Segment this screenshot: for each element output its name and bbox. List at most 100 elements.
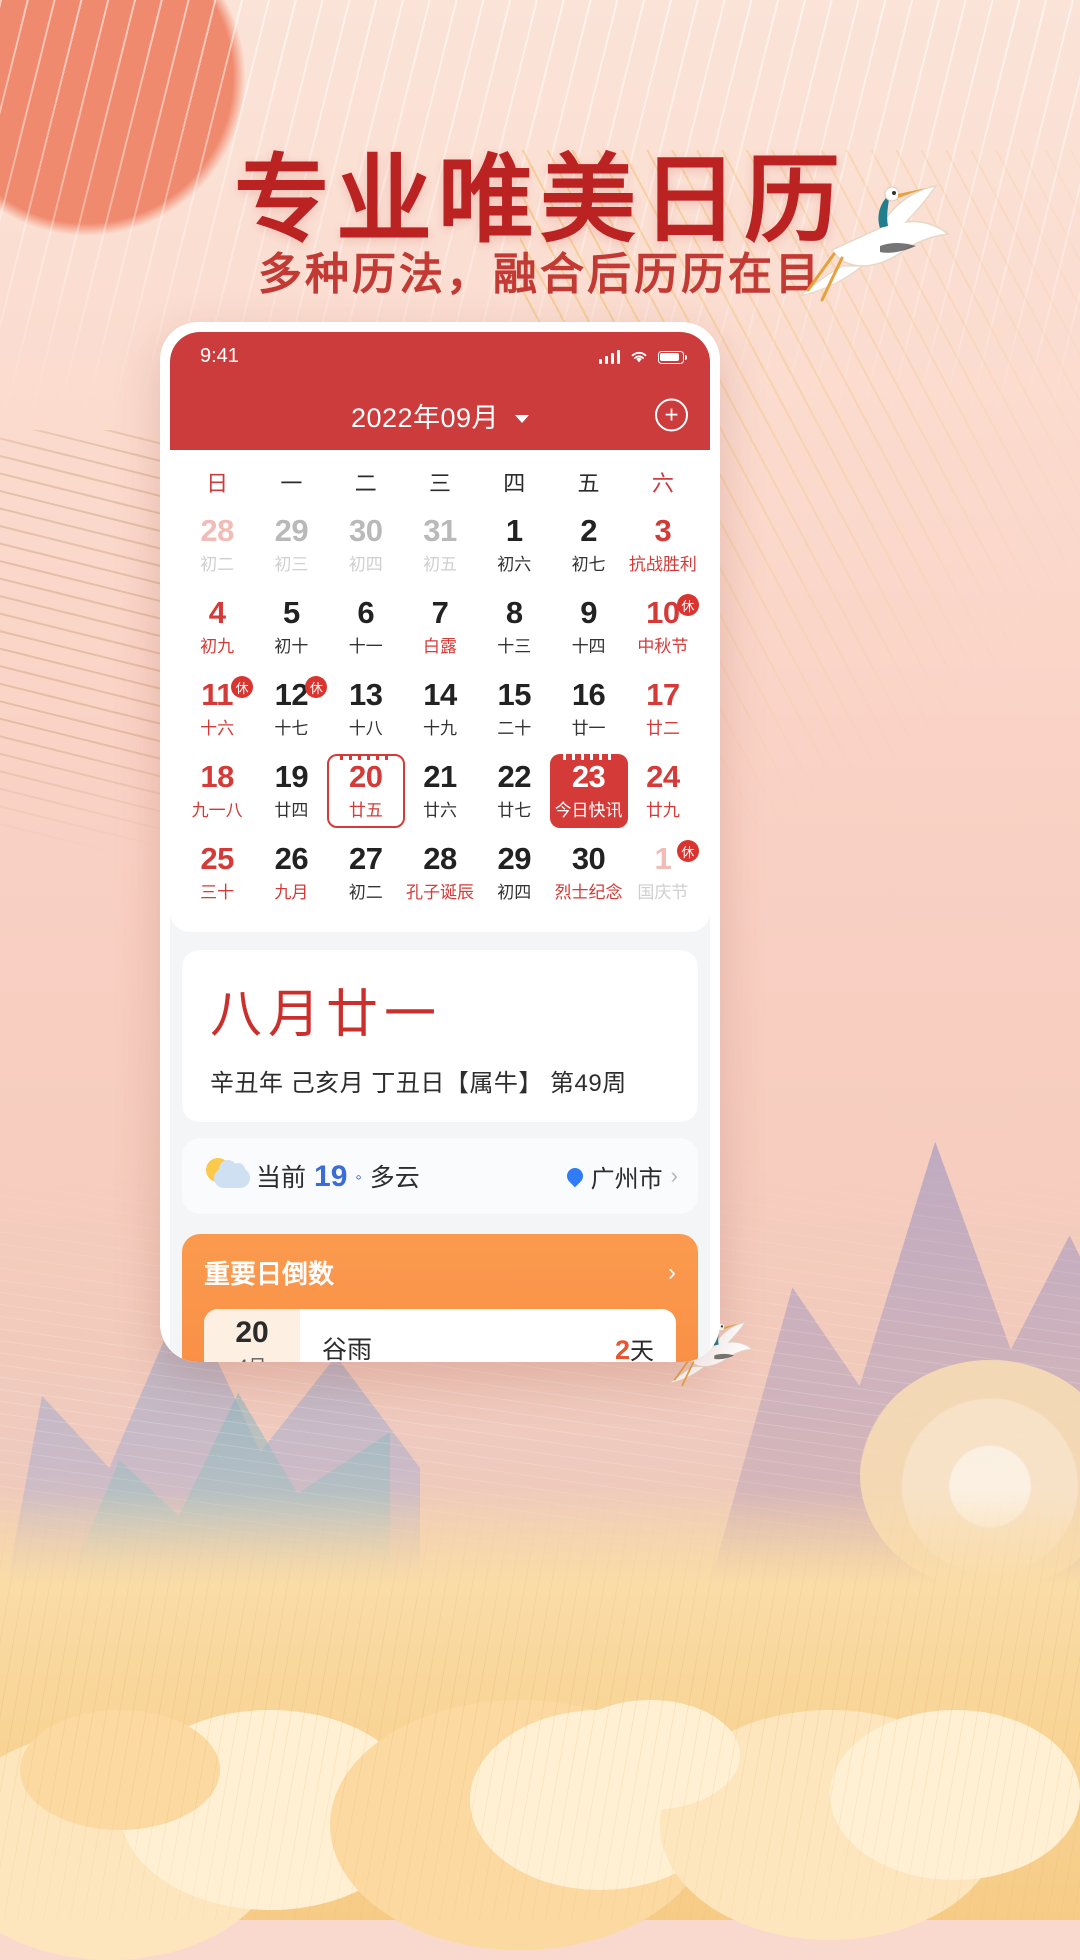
calendar-day-cell[interactable]: 30 烈士纪念 [551,832,625,914]
calendar-day-cell[interactable]: 28 初二 [180,504,254,586]
calendar-day-number: 11 [201,676,234,712]
calendar-day-cell[interactable]: 21 廿六 [403,750,477,832]
calendar-day-number: 2 [580,512,597,548]
weather-location-label: 广州市 [590,1165,663,1193]
calendar-day-number: 5 [283,594,300,630]
calendar-day-cell[interactable]: 9 十四 [551,586,625,668]
calendar-day-cell[interactable]: 7 白露 [403,586,477,668]
calendar-lunar-label: 十八 [348,719,383,739]
calendar-lunar-label: 初四 [348,555,383,575]
calendar-lunar-label: 初三 [274,555,309,575]
sun-cloud-icon [204,1156,256,1196]
calendar-lunar-label: 廿五 [348,801,383,821]
calendar-lunar-label: 九月 [274,883,309,903]
calendar-lunar-label: 二十 [497,719,532,739]
calendar-lunar-label: 初十 [274,637,309,657]
calendar-day-number: 21 [423,758,457,794]
calendar-day-cell[interactable]: 10 中秋节 休 [626,586,700,668]
calendar-lunar-label: 中秋节 [637,637,689,657]
calendar-grid[interactable]: 28 初二 29 初三 30 初四 31 初五 1 初六 2 初七 3 抗战胜利 4 初九 5 初十 6 十一 7 白露 8… [180,504,700,914]
status-bar: 9:41 [170,332,710,380]
calendar-day-number: 17 [646,676,680,712]
countdown-title: 重要日倒数 [204,1259,335,1289]
weather-card[interactable]: 当前 19 ° 多云 广州市 › [182,1138,698,1214]
calendar-lunar-label: 廿六 [422,801,457,821]
weekday-label: 三 [428,471,451,496]
calendar-day-cell[interactable]: 4 初九 [180,586,254,668]
calendar-day-number: 27 [348,840,383,876]
calendar-day-cell[interactable]: 12 十七 休 [254,668,328,750]
calendar-lunar-label: 十四 [571,637,606,657]
calendar-day-cell[interactable]: 14 十九 [403,668,477,750]
plus-icon: + [664,401,679,428]
calendar-day-cell[interactable]: 6 十一 [329,586,403,668]
calendar-day-number: 14 [423,676,457,712]
countdown-item[interactable]: 20 4月 谷雨 2天 [204,1309,676,1362]
weather-temperature: 19 [314,1160,348,1193]
add-event-button[interactable]: + [655,398,688,432]
calendar-day-cell[interactable]: 31 初五 [403,504,477,586]
calendar-day-number: 7 [431,594,449,630]
calendar-lunar-label: 廿七 [497,801,532,821]
weather-prefix: 当前 [256,1164,307,1192]
chevron-right-icon: › [670,1163,678,1188]
calendar-day-cell[interactable]: 29 初四 [477,832,551,914]
calendar-day-cell[interactable]: 16 廿一 [551,668,625,750]
calendar-lunar-label: 十七 [274,719,309,739]
location-pin-icon [563,1164,586,1188]
calendar-day-cell[interactable]: 25 三十 [180,832,254,914]
wifi-icon [631,351,647,362]
calendar-day-number: 23 [571,758,606,794]
calendar-lunar-label: 初二 [200,555,235,575]
calendar-day-cell[interactable]: 28 孔子诞辰 [403,832,477,914]
calendar-day-cell[interactable]: 24 廿九 [626,750,700,832]
lunar-date-detail: 辛丑年 己亥月 丁丑日【属牛】 第49周 [210,1070,627,1097]
countdown-item-remaining: 2天 [615,1331,654,1363]
calendar-day-cell[interactable]: 23 今日快讯 [549,750,628,832]
calendar-day-number: 1 [505,512,523,548]
calendar-day-number: 28 [423,840,457,876]
status-bar-time: 9:41 [200,344,239,367]
status-bar-icons [598,349,688,364]
weather-location[interactable]: 广州市 › [563,1159,678,1194]
calendar-day-number: 13 [348,676,383,712]
calendar-day-cell[interactable]: 20 廿五 [326,750,405,832]
month-selector[interactable]: 2022年09月 [351,396,530,435]
calendar-day-cell[interactable]: 15 二十 [477,668,551,750]
calendar-day-cell[interactable]: 5 初十 [254,586,328,668]
calendar-day-cell[interactable]: 22 廿七 [477,750,551,832]
calendar-day-number: 31 [423,512,457,548]
calendar-tick-decoration [339,754,392,760]
calendar-day-cell[interactable]: 8 十三 [477,586,551,668]
calendar-day-cell[interactable]: 3 抗战胜利 [626,504,700,586]
calendar-day-number: 29 [274,512,309,548]
calendar-day-cell[interactable]: 18 九一八 [180,750,254,832]
calendar-day-cell[interactable]: 26 九月 [254,832,328,914]
countdown-item-date: 20 4月 [204,1309,300,1362]
calendar-day-cell[interactable]: 2 初七 [551,504,625,586]
calendar-lunar-label: 廿二 [645,719,680,739]
calendar-day-number: 9 [580,594,597,630]
calendar-day-number: 26 [274,840,309,876]
calendar-day-number: 16 [571,676,606,712]
calendar-day-number: 12 [274,676,309,712]
calendar-day-cell[interactable]: 11 十六 休 [180,668,254,750]
calendar-day-number: 8 [505,594,523,630]
calendar-day-cell[interactable]: 13 十八 [329,668,403,750]
calendar-lunar-label: 十三 [497,637,532,657]
degree-symbol: ° [355,1173,362,1190]
calendar-day-cell[interactable]: 1 国庆节 休 [626,832,700,914]
calendar-day-number: 6 [357,594,375,630]
countdown-item-day: 20 [235,1315,269,1349]
calendar-lunar-label: 初四 [497,883,532,903]
lunar-info-card[interactable]: 八月廿一 辛丑年 己亥月 丁丑日【属牛】 第49周 [182,950,698,1122]
calendar-day-cell[interactable]: 29 初三 [254,504,328,586]
calendar-day-cell[interactable]: 19 廿四 [254,750,328,832]
calendar-day-cell[interactable]: 17 廿二 [626,668,700,750]
calendar-day-cell[interactable]: 1 初六 [477,504,551,586]
countdown-header[interactable]: 重要日倒数 › [204,1254,676,1291]
calendar-day-cell[interactable]: 27 初二 [329,832,403,914]
calendar-day-number: 18 [200,758,234,794]
calendar-day-number: 20 [348,758,383,794]
calendar-day-cell[interactable]: 30 初四 [329,504,403,586]
